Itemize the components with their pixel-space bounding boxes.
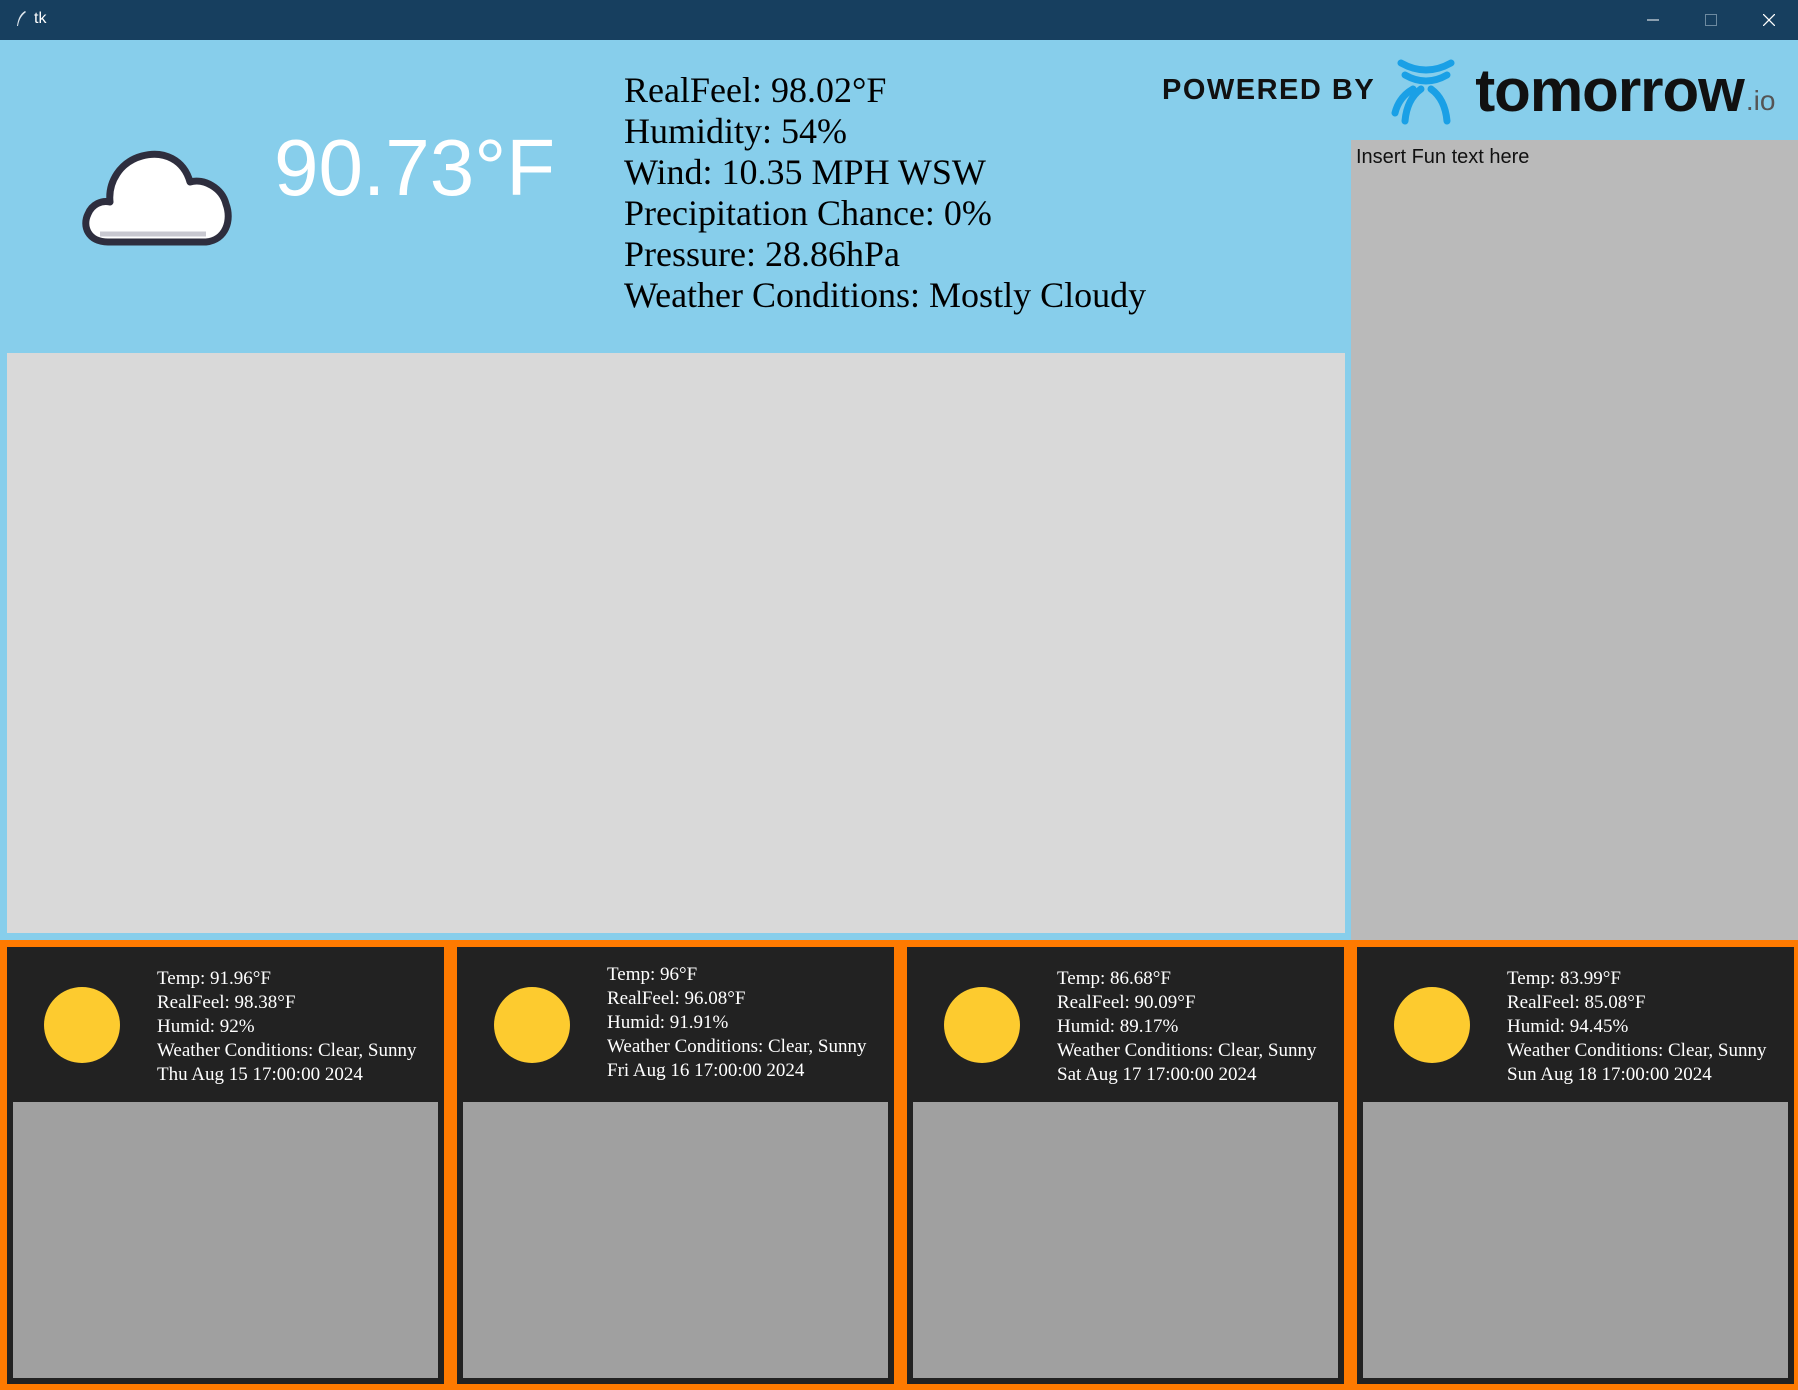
tomorrow-io-logo-icon (1391, 59, 1455, 125)
forecast-conditions: Weather Conditions: Clear, Sunny (607, 1036, 867, 1057)
sun-icon (494, 987, 570, 1063)
forecast-graph-area (913, 1102, 1338, 1378)
forecast-graph-area (13, 1102, 438, 1378)
close-button[interactable] (1740, 0, 1798, 40)
forecast-info: Temp: 91.96°F RealFeel: 98.38°F Humid: 9… (157, 967, 416, 1087)
forecast-info: Temp: 83.99°F RealFeel: 85.08°F Humid: 9… (1507, 967, 1766, 1087)
forecast-date: Sun Aug 18 17:00:00 2024 (1507, 1064, 1712, 1085)
forecast-card: Temp: 91.96°F RealFeel: 98.38°F Humid: 9… (7, 947, 444, 1384)
cloud-icon (82, 150, 232, 246)
forecast-graph-area (1363, 1102, 1788, 1378)
minimize-button[interactable] (1624, 0, 1682, 40)
window-titlebar: tk (0, 0, 1798, 40)
forecast-realfeel: RealFeel: 90.09°F (1057, 992, 1196, 1013)
powered-by-logo: POWERED BY tomorrow .io (1162, 52, 1775, 128)
sun-icon (1394, 987, 1470, 1063)
forecast-humidity: Humid: 89.17% (1057, 1016, 1179, 1037)
forecast-date: Thu Aug 15 17:00:00 2024 (157, 1064, 363, 1085)
fun-text: Insert Fun text here (1356, 146, 1530, 168)
forecast-card: Temp: 86.68°F RealFeel: 90.09°F Humid: 8… (907, 947, 1344, 1384)
powered-by-text: POWERED BY (1162, 73, 1376, 106)
io-suffix: .io (1745, 85, 1776, 116)
forecast-info: Temp: 96°F RealFeel: 96.08°F Humid: 91.9… (607, 963, 866, 1083)
sun-icon (944, 987, 1020, 1063)
maximize-icon (1705, 14, 1717, 26)
forecast-humidity: Humid: 94.45% (1507, 1016, 1629, 1037)
forecast-conditions: Weather Conditions: Clear, Sunny (1057, 1040, 1317, 1061)
forecast-date: Fri Aug 16 17:00:00 2024 (607, 1060, 805, 1081)
forecast-temp: Temp: 86.68°F (1057, 968, 1171, 989)
humidity-label: Humidity: 54% (624, 111, 847, 151)
forecast-strip: Temp: 91.96°F RealFeel: 98.38°F Humid: 9… (0, 940, 1798, 1390)
pressure-label: Pressure: 28.86hPa (624, 234, 900, 274)
forecast-card-header: Temp: 86.68°F RealFeel: 90.09°F Humid: 8… (907, 947, 1344, 1102)
current-temperature: 90.73°F (274, 123, 556, 212)
main-canvas (7, 353, 1345, 933)
conditions-label: Weather Conditions: Mostly Cloudy (624, 275, 1147, 315)
forecast-conditions: Weather Conditions: Clear, Sunny (157, 1040, 417, 1061)
tomorrow-wordmark: tomorrow (1475, 56, 1745, 124)
forecast-temp: Temp: 91.96°F (157, 968, 271, 989)
wind-label: Wind: 10.35 MPH WSW (624, 152, 986, 192)
feather-icon (17, 11, 26, 26)
forecast-realfeel: RealFeel: 85.08°F (1507, 992, 1646, 1013)
window-title: tk (34, 10, 47, 27)
close-icon (1763, 14, 1775, 26)
forecast-date: Sat Aug 17 17:00:00 2024 (1057, 1064, 1257, 1085)
forecast-realfeel: RealFeel: 96.08°F (607, 988, 746, 1009)
forecast-temp: Temp: 83.99°F (1507, 968, 1621, 989)
forecast-card: Temp: 96°F RealFeel: 96.08°F Humid: 91.9… (457, 947, 894, 1384)
forecast-card-header: Temp: 83.99°F RealFeel: 85.08°F Humid: 9… (1357, 947, 1794, 1102)
forecast-conditions: Weather Conditions: Clear, Sunny (1507, 1040, 1767, 1061)
fun-text-panel: Insert Fun text here (1351, 140, 1798, 940)
forecast-temp: Temp: 96°F (607, 964, 698, 985)
forecast-graph-area (463, 1102, 888, 1378)
forecast-humidity: Humid: 92% (157, 1016, 255, 1037)
realfeel-label: RealFeel: 98.02°F (624, 70, 887, 110)
maximize-button[interactable] (1682, 0, 1740, 40)
forecast-card-header: Temp: 96°F RealFeel: 96.08°F Humid: 91.9… (457, 947, 894, 1102)
forecast-realfeel: RealFeel: 98.38°F (157, 992, 296, 1013)
forecast-info: Temp: 86.68°F RealFeel: 90.09°F Humid: 8… (1057, 967, 1316, 1087)
forecast-card: Temp: 83.99°F RealFeel: 85.08°F Humid: 9… (1357, 947, 1794, 1384)
forecast-humidity: Humid: 91.91% (607, 1012, 729, 1033)
forecast-card-header: Temp: 91.96°F RealFeel: 98.38°F Humid: 9… (7, 947, 444, 1102)
sun-icon (44, 987, 120, 1063)
minimize-icon (1647, 19, 1659, 21)
precipitation-label: Precipitation Chance: 0% (624, 193, 992, 233)
current-details: RealFeel: 98.02°F Humidity: 54% Wind: 10… (624, 70, 1146, 316)
